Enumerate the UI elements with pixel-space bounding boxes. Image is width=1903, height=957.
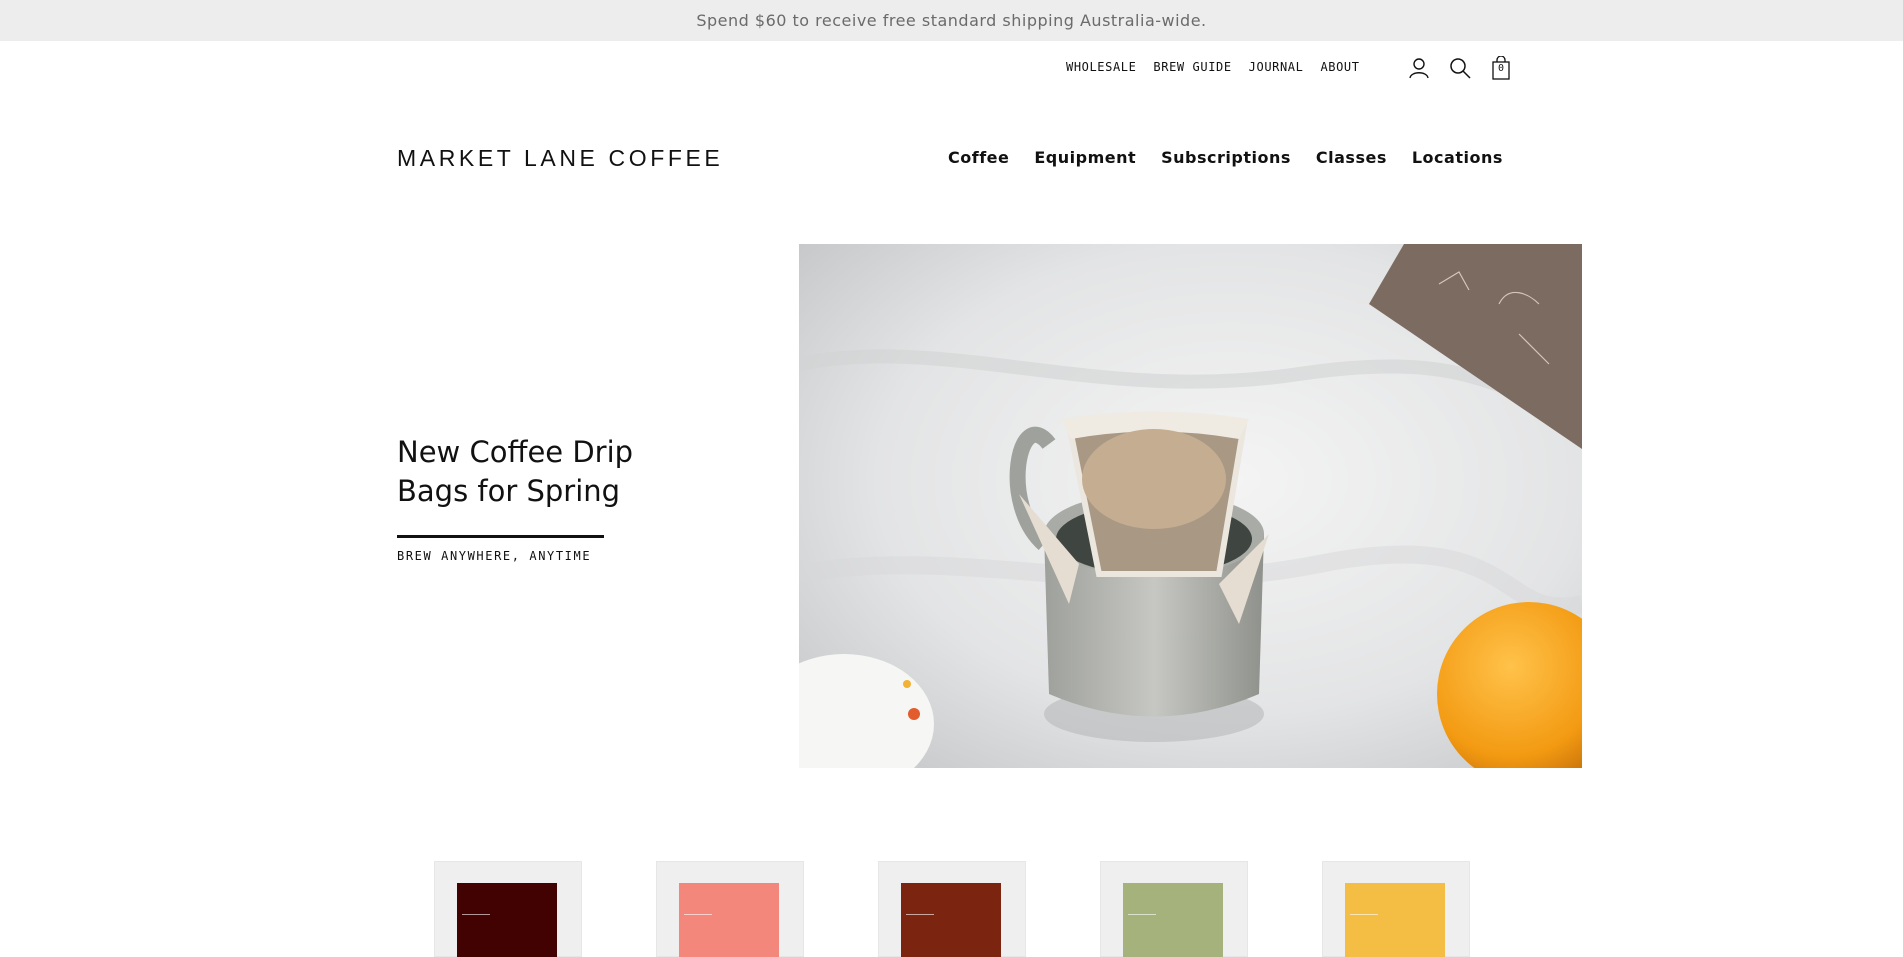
nav-item-classes[interactable]: Classes [1316, 148, 1387, 167]
product-bag-swatch [679, 883, 779, 957]
utility-link-about[interactable]: ABOUT [1320, 60, 1359, 74]
product-strip [0, 861, 1903, 957]
product-bag-rule [462, 914, 490, 915]
announcement-text: Spend $60 to receive free standard shipp… [696, 11, 1207, 30]
product-bag-rule [684, 914, 712, 915]
hero-image[interactable] [799, 244, 1582, 768]
site-logo[interactable]: MARKET LANE COFFEE [397, 145, 723, 172]
account-button[interactable] [1406, 55, 1432, 81]
utility-icons: 0 [1406, 55, 1529, 81]
product-card[interactable] [1100, 861, 1248, 957]
search-icon [1450, 58, 1471, 79]
product-bag-rule [1128, 914, 1156, 915]
utility-link-wholesale[interactable]: WHOLESALE [1066, 60, 1136, 74]
product-bag-swatch [1123, 883, 1223, 957]
product-bag-swatch [901, 883, 1001, 957]
product-bag-rule [906, 914, 934, 915]
cart-button[interactable]: 0 [1488, 55, 1514, 81]
announcement-bar: Spend $60 to receive free standard shipp… [0, 0, 1903, 41]
product-card[interactable] [878, 861, 1026, 957]
hero-divider [397, 535, 604, 538]
hero-cta-link[interactable]: BREW ANYWHERE, ANYTIME [397, 549, 697, 563]
search-button[interactable] [1447, 55, 1473, 81]
hero-title: New Coffee Drip Bags for Spring [397, 433, 697, 511]
product-card[interactable] [1322, 861, 1470, 957]
nav-item-subscriptions[interactable]: Subscriptions [1161, 148, 1291, 167]
hero-title-line-1: New Coffee Drip [397, 435, 634, 469]
hero-title-line-2: Bags for Spring [397, 474, 621, 508]
utility-nav: WHOLESALE BREW GUIDE JOURNAL ABOUT [1066, 60, 1377, 74]
product-bag-swatch [457, 883, 557, 957]
utility-link-journal[interactable]: JOURNAL [1249, 60, 1304, 74]
hero-text: New Coffee Drip Bags for Spring BREW ANY… [397, 433, 697, 563]
nav-item-equipment[interactable]: Equipment [1034, 148, 1136, 167]
product-bag-rule [1350, 914, 1378, 915]
utility-link-brew-guide[interactable]: BREW GUIDE [1153, 60, 1231, 74]
main-nav: Coffee Equipment Subscriptions Classes L… [948, 148, 1528, 167]
nav-item-locations[interactable]: Locations [1412, 148, 1503, 167]
hero-illustration [799, 244, 1582, 768]
product-bag-swatch [1345, 883, 1445, 957]
product-card[interactable] [656, 861, 804, 957]
nav-item-coffee[interactable]: Coffee [948, 148, 1009, 167]
cart-count: 0 [1497, 63, 1505, 74]
product-card[interactable] [434, 861, 582, 957]
account-icon [1409, 58, 1429, 79]
